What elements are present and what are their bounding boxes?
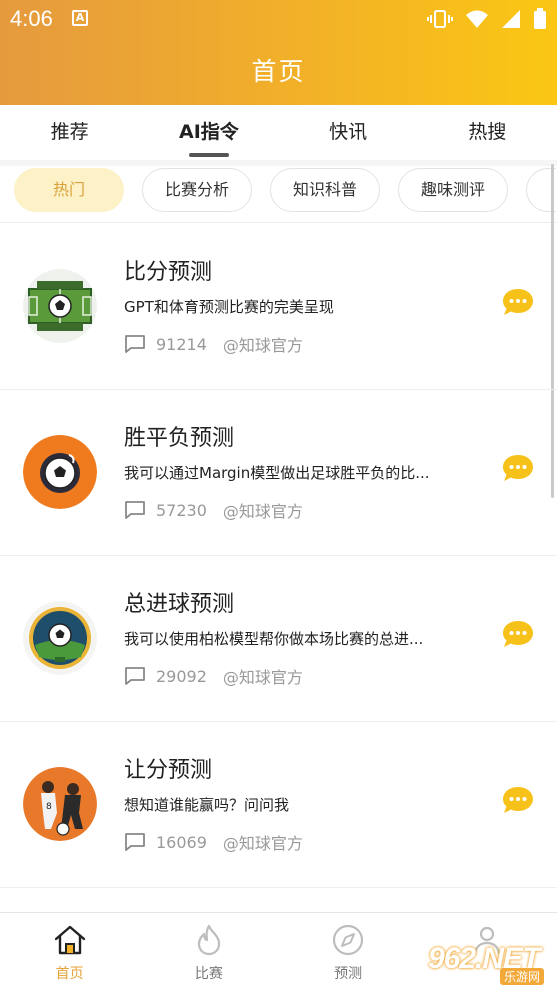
- list-item[interactable]: 比分预测 GPT和体育预测比赛的完美呈现 91214 @知球官方: [0, 224, 557, 390]
- status-time: 4:06: [10, 6, 53, 31]
- item-description: 想知道谁能赢吗？问问我: [124, 796, 290, 814]
- tab-news[interactable]: 快讯: [279, 105, 418, 161]
- nav-label: 比赛: [194, 966, 223, 982]
- nav-matches[interactable]: 比赛: [139, 913, 278, 990]
- item-title: 让分预测: [124, 758, 213, 783]
- item-description: GPT和体育预测比赛的完美呈现: [124, 298, 334, 316]
- tabs-divider: [0, 160, 557, 166]
- comment-count: 57230: [156, 500, 207, 520]
- tab-label: 快讯: [329, 121, 368, 143]
- tab-label: AI指令: [178, 121, 239, 143]
- comment-count: 91214: [156, 334, 207, 354]
- soccer-ball-orange-avatar: [23, 435, 97, 509]
- chips-divider: [0, 222, 557, 223]
- chip-knowledge[interactable]: 知识科普: [270, 168, 381, 212]
- stadium-badge-avatar: [23, 601, 97, 675]
- item-meta: 91214 @知球官方: [124, 332, 303, 356]
- tab-recommend[interactable]: 推荐: [0, 105, 139, 161]
- status-bar: 4:06 A: [0, 0, 557, 40]
- players-illustration-avatar: 8: [23, 767, 97, 841]
- nav-predict[interactable]: 预测: [279, 913, 418, 990]
- soccer-field-avatar: [23, 269, 97, 343]
- item-author: @知球官方: [222, 668, 303, 687]
- comment-icon: [125, 667, 145, 685]
- chip-hot[interactable]: 热门: [14, 168, 125, 212]
- tab-label: 推荐: [50, 121, 89, 143]
- app-header: 4:06 A 首页: [0, 0, 557, 105]
- item-author: @知球官方: [222, 336, 303, 355]
- watermark-subtext: 乐游网: [500, 968, 545, 985]
- item-meta: 57230 @知球官方: [124, 498, 303, 522]
- tab-label: 热搜: [468, 121, 507, 143]
- item-author: @知球官方: [222, 834, 303, 853]
- comment-count: 16069: [156, 832, 207, 852]
- list-item[interactable]: 胜平负预测 我可以通过Margin模型做出足球胜平负的比... 57230 @知…: [0, 390, 557, 556]
- battery-icon: [534, 8, 546, 29]
- list-item[interactable]: 8 让分预测 想知道谁能赢吗？问问我 16069 @知球官方: [0, 722, 557, 888]
- comment-icon: [125, 833, 145, 851]
- wifi-icon: [466, 10, 488, 28]
- chat-bubble-icon[interactable]: [501, 287, 535, 317]
- home-icon: [54, 925, 85, 955]
- chat-bubble-icon[interactable]: [501, 619, 535, 649]
- comment-count: 29092: [156, 666, 207, 686]
- compass-icon: [333, 924, 364, 956]
- list-item[interactable]: 总进球预测 我可以使用柏松模型帮你做本场比赛的总进... 29092 @知球官方: [0, 556, 557, 722]
- item-meta: 29092 @知球官方: [124, 664, 303, 688]
- tab-ai-command[interactable]: AI指令: [139, 105, 278, 161]
- chat-bubble-icon[interactable]: [501, 453, 535, 483]
- svg-text:8: 8: [46, 802, 52, 812]
- vibrate-icon: [427, 10, 453, 28]
- item-description: 我可以使用柏松模型帮你做本场比赛的总进...: [124, 630, 424, 648]
- nav-home[interactable]: 首页: [0, 913, 139, 990]
- flame-icon: [197, 924, 220, 956]
- signal-icon: [502, 10, 520, 28]
- tab-hot-search[interactable]: 热搜: [418, 105, 557, 161]
- nav-label: 首页: [55, 966, 84, 982]
- item-description: 我可以通过Margin模型做出足球胜平负的比...: [124, 464, 430, 482]
- category-chips: 热门 比赛分析 知识科普 趣味测评: [14, 168, 557, 218]
- active-tab-indicator: [188, 153, 229, 157]
- notification-a-icon: A: [72, 10, 88, 26]
- site-watermark: 962.NET 乐游网: [420, 938, 550, 986]
- item-title: 比分预测: [124, 260, 213, 285]
- nav-label: 预测: [334, 966, 363, 982]
- comment-icon: [125, 335, 145, 353]
- comment-icon: [125, 501, 145, 519]
- item-author: @知球官方: [222, 502, 303, 521]
- page-title: 首页: [251, 57, 306, 86]
- top-tabs: 推荐 AI指令 快讯 热搜: [0, 105, 557, 161]
- chat-bubble-icon[interactable]: [501, 785, 535, 815]
- item-title: 总进球预测: [124, 592, 235, 617]
- chip-fun-review[interactable]: 趣味测评: [398, 168, 509, 212]
- item-title: 胜平负预测: [124, 426, 235, 451]
- chip-match-analysis[interactable]: 比赛分析: [142, 168, 253, 212]
- item-meta: 16069 @知球官方: [124, 830, 303, 854]
- ai-command-list: 比分预测 GPT和体育预测比赛的完美呈现 91214 @知球官方 胜平负预测 我: [0, 224, 557, 888]
- status-icons: [427, 8, 547, 30]
